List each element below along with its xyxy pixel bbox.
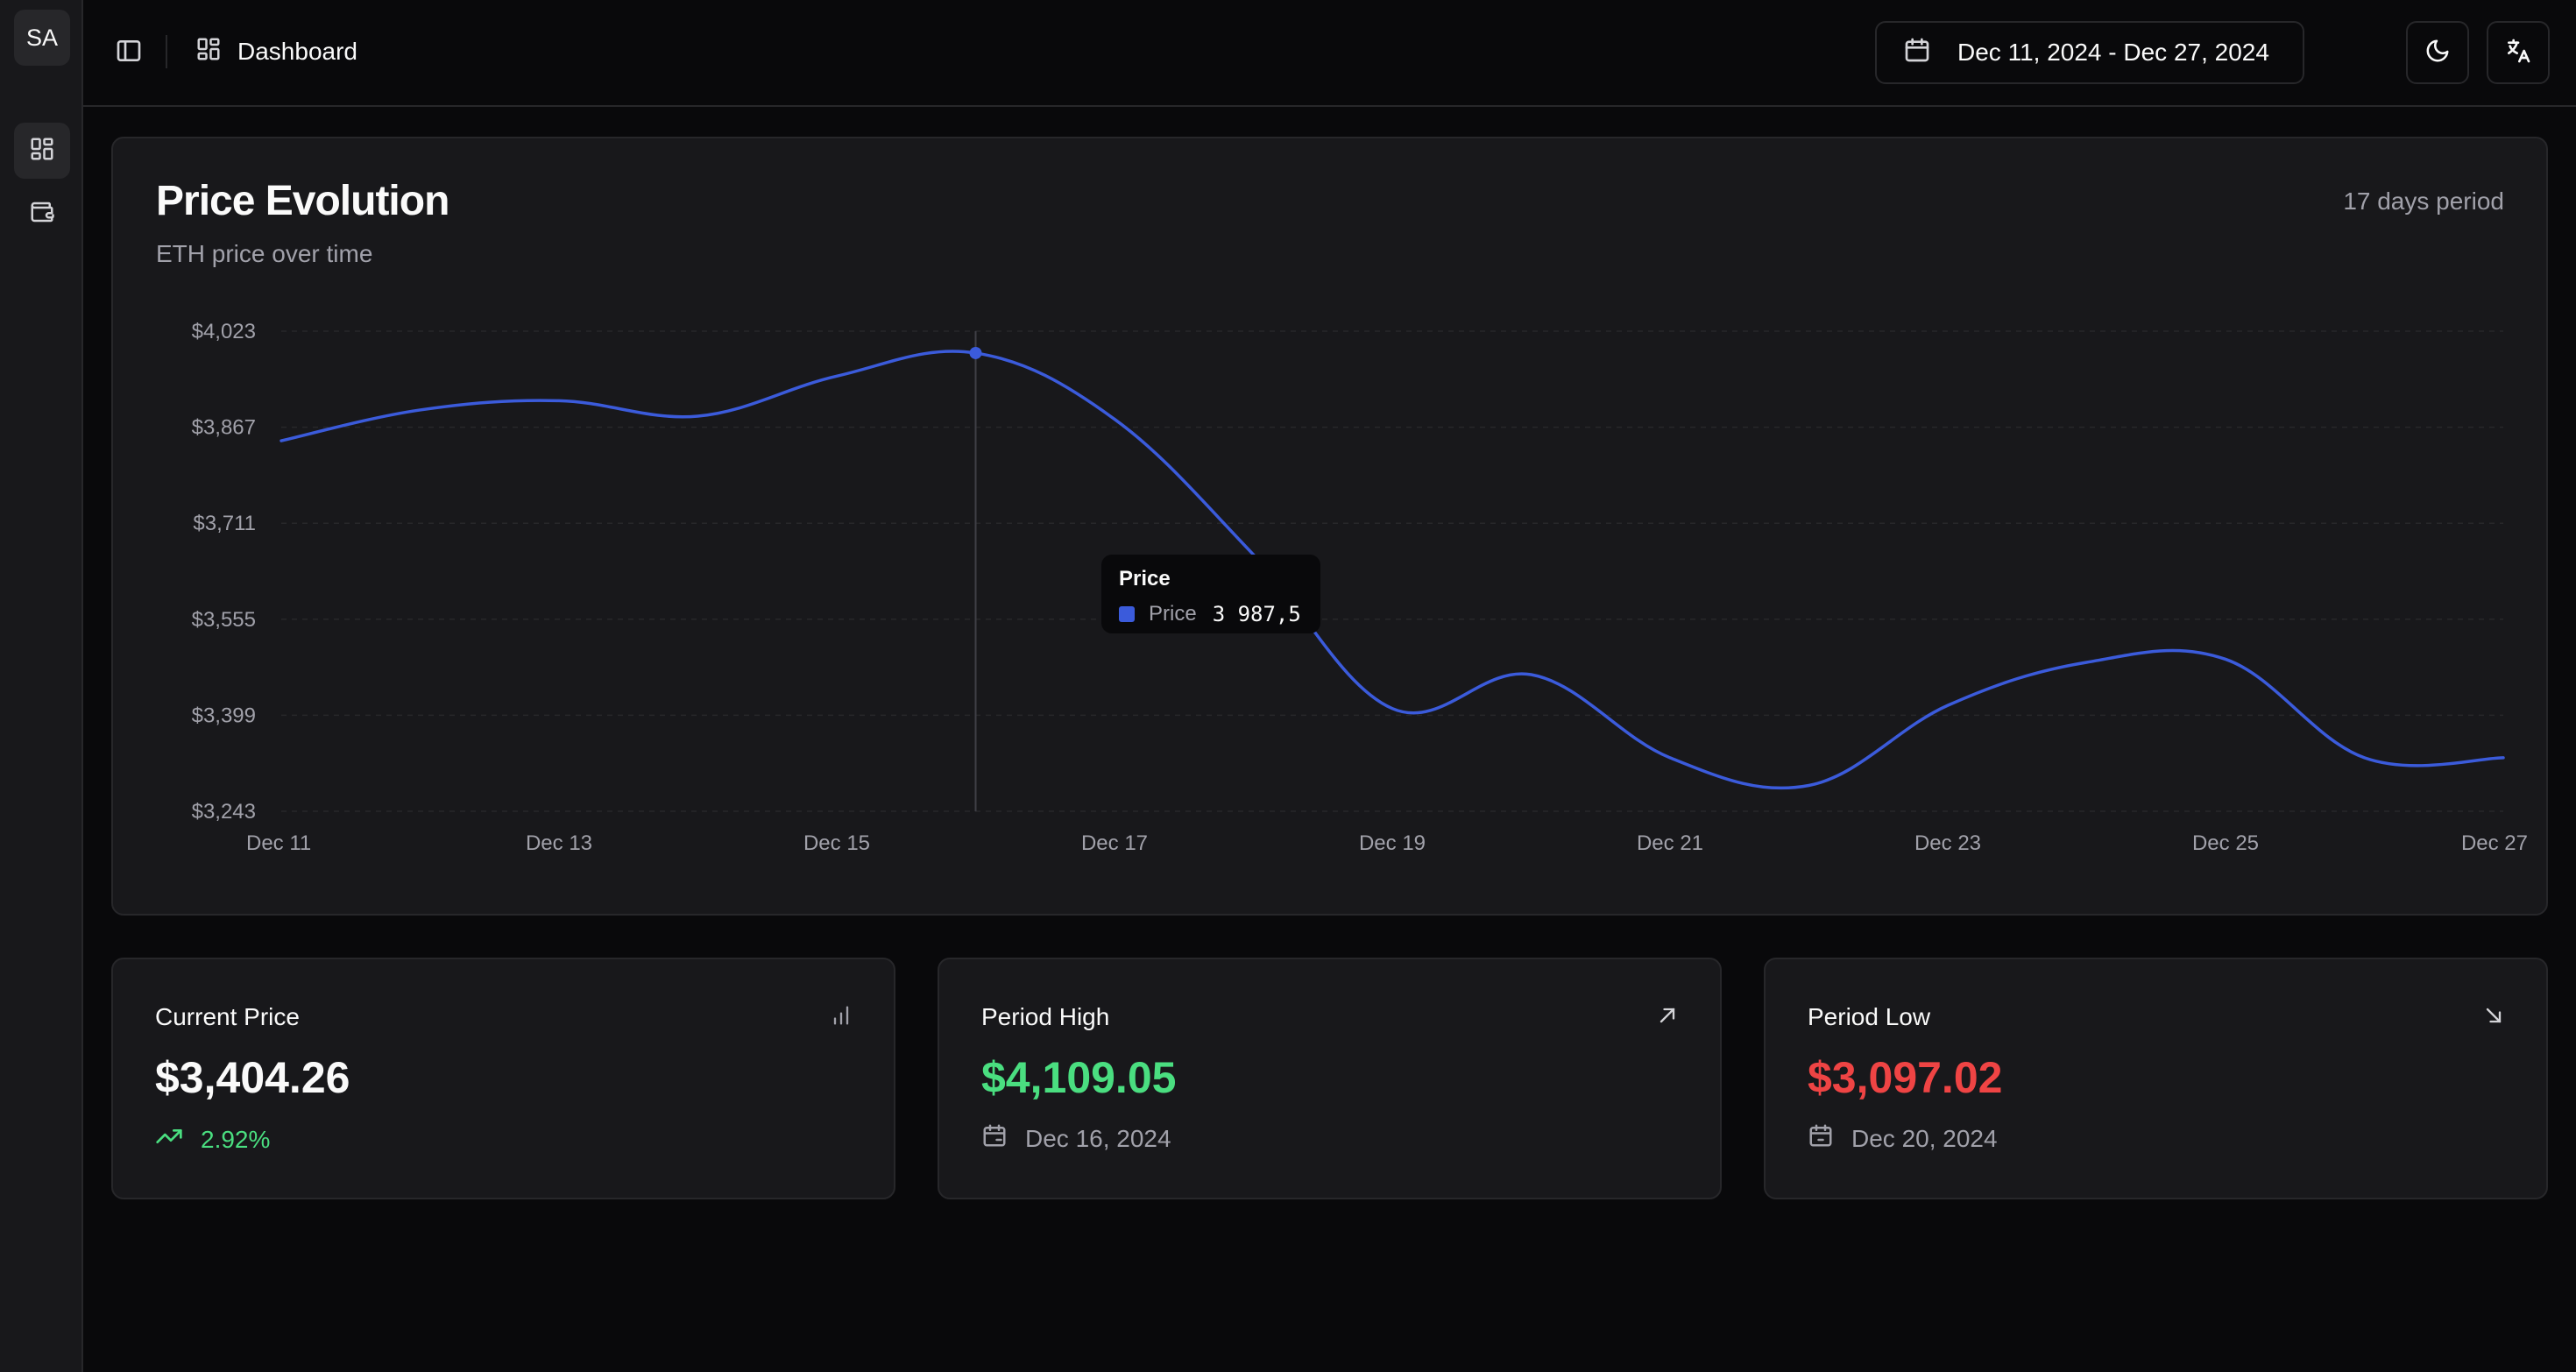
x-tick-label: Dec 17 — [1081, 831, 1148, 855]
dashboard-icon — [29, 136, 55, 166]
arrow-up-right-icon — [1655, 1003, 1680, 1032]
y-tick-label: $4,023 — [192, 320, 256, 343]
sidebar-toggle-button[interactable] — [110, 33, 148, 72]
tooltip-series-label: Price — [1149, 602, 1197, 626]
tooltip-value: 3 987,5 — [1212, 602, 1301, 626]
x-tick-label: Dec 15 — [803, 831, 870, 855]
x-tick-label: Dec 21 — [1637, 831, 1703, 855]
tooltip-title: Price — [1119, 567, 1171, 591]
period-low-title: Period Low — [1808, 1003, 1931, 1030]
calendar-icon — [1808, 1122, 1834, 1155]
x-tick-label: Dec 23 — [1914, 831, 1981, 855]
period-high-title: Period High — [981, 1003, 1110, 1030]
period-high-date: Dec 16, 2024 — [1025, 1124, 1171, 1152]
x-tick-label: Dec 13 — [526, 831, 592, 855]
active-data-point — [969, 346, 982, 359]
language-button[interactable] — [2487, 21, 2550, 84]
sidebar-item-wallet[interactable] — [14, 186, 70, 242]
calendar-icon — [981, 1122, 1008, 1155]
breadcrumb: Dashboard — [195, 30, 357, 74]
wallet-icon — [29, 199, 55, 230]
y-tick-label: $3,867 — [192, 416, 256, 440]
period-low-date: Dec 20, 2024 — [1851, 1124, 1998, 1152]
period-low-date-row: Dec 20, 2024 — [1808, 1122, 1998, 1155]
avatar[interactable]: SA — [14, 10, 70, 66]
x-tick-label: Dec 27 — [2461, 831, 2528, 855]
trending-up-icon — [155, 1122, 183, 1156]
date-range-label: Dec 11, 2024 - Dec 27, 2024 — [1957, 39, 2269, 66]
current-price-value: $3,404.26 — [155, 1053, 350, 1102]
x-tick-label: Dec 25 — [2192, 831, 2259, 855]
period-low-value: $3,097.02 — [1808, 1053, 2003, 1102]
breadcrumb-label[interactable]: Dashboard — [237, 38, 357, 66]
current-price-card: Current Price $3,404.26 2.92% — [111, 958, 895, 1199]
price-line-chart[interactable]: $4,023 $3,867 $3,711 $3,555 $3,399 $3,243 Dec… — [113, 138, 2550, 917]
x-axis-ticks: Dec 11 Dec 13 Dec 15 Dec 17 Dec 19 Dec 21 Dec … — [246, 831, 2528, 855]
period-low-card: Period Low $3,097.02 Dec 20, 2024 — [1764, 958, 2548, 1199]
calendar-icon — [1903, 36, 1931, 70]
sidebar-item-dashboard[interactable] — [14, 123, 70, 179]
sidebar: SA — [0, 0, 83, 1372]
y-axis-ticks: $4,023 $3,867 $3,711 $3,555 $3,399 $3,243 — [192, 320, 256, 824]
current-price-title: Current Price — [155, 1003, 300, 1030]
panel-left-icon — [115, 37, 143, 69]
chart-tooltip: Price Price 3 987,5 — [1101, 555, 1320, 633]
dashboard-icon — [195, 36, 222, 68]
y-tick-label: $3,711 — [193, 512, 256, 535]
x-tick-label: Dec 11 — [246, 831, 311, 855]
divider — [166, 35, 167, 68]
top-bar: Dashboard Dec 11, 2024 - Dec 27, 2024 — [83, 0, 2576, 107]
date-range-button[interactable]: Dec 11, 2024 - Dec 27, 2024 — [1875, 21, 2304, 84]
arrow-down-right-icon — [2481, 1003, 2506, 1032]
price-series-line — [280, 350, 2505, 790]
y-tick-label: $3,243 — [192, 800, 256, 824]
chart-points — [969, 346, 982, 359]
theme-toggle-button[interactable] — [2406, 21, 2469, 84]
x-tick-label: Dec 19 — [1359, 831, 1426, 855]
bar-chart-icon — [829, 1003, 853, 1032]
period-high-value: $4,109.05 — [981, 1053, 1177, 1102]
current-price-change: 2.92% — [155, 1122, 270, 1156]
moon-icon — [2424, 38, 2451, 68]
y-tick-label: $3,555 — [192, 608, 256, 632]
current-price-change-value: 2.92% — [201, 1125, 271, 1153]
tooltip-swatch — [1119, 606, 1135, 622]
period-high-card: Period High $4,109.05 Dec 16, 2024 — [938, 958, 1722, 1199]
chart-grid — [281, 330, 2503, 812]
period-high-date-row: Dec 16, 2024 — [981, 1122, 1171, 1155]
y-tick-label: $3,399 — [192, 704, 256, 727]
translate-icon — [2504, 37, 2532, 69]
tooltip-row: Price 3 987,5 — [1119, 602, 1303, 626]
price-chart-card: Price Evolution ETH price over time 17 d… — [111, 137, 2548, 916]
